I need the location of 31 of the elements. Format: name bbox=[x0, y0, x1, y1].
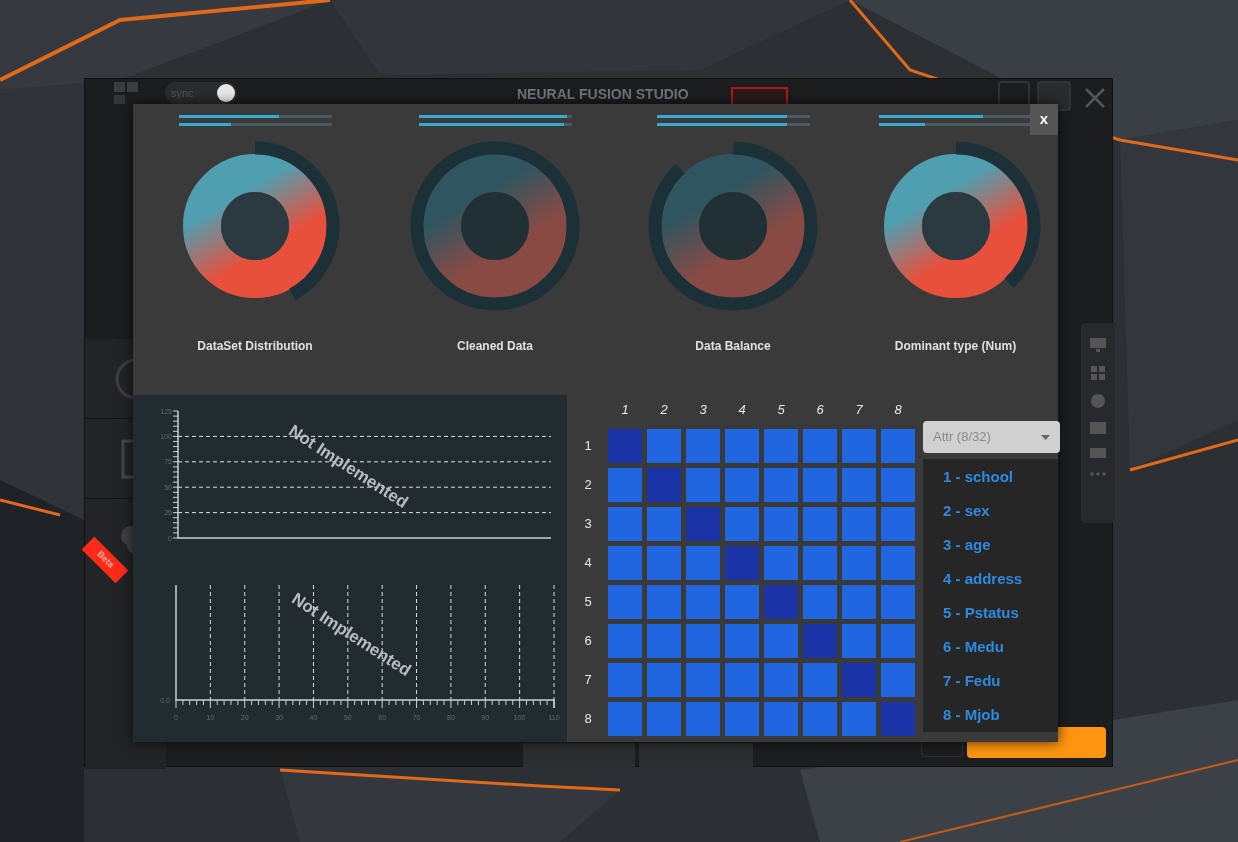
menu-item[interactable]: 4 - address bbox=[943, 567, 1058, 591]
window-title: NEURAL FUSION STUDIO bbox=[517, 85, 689, 104]
menu-item[interactable]: 7 - Fedu bbox=[943, 669, 1058, 693]
column-header: 2 bbox=[660, 401, 668, 420]
column-header: 1 bbox=[621, 401, 629, 420]
row-header: 5 bbox=[584, 593, 592, 612]
row-header: 6 bbox=[584, 632, 592, 651]
column-header: 7 bbox=[855, 401, 863, 420]
close-button[interactable]: x bbox=[1030, 104, 1058, 135]
row-header: 2 bbox=[584, 476, 592, 495]
column-header: 6 bbox=[816, 401, 824, 420]
row-header: 1 bbox=[584, 437, 592, 456]
menu-item[interactable]: 8 - Mjob bbox=[943, 703, 1058, 727]
menu-item[interactable]: 3 - age bbox=[943, 533, 1058, 557]
menu-item[interactable]: 1 - school bbox=[943, 465, 1058, 489]
column-header: 3 bbox=[699, 401, 707, 420]
gauge-label: Cleaned Data bbox=[457, 338, 533, 355]
row-header: 7 bbox=[584, 671, 592, 690]
row-header: 8 bbox=[584, 710, 592, 729]
attribute-dropdown[interactable]: Attr (8/32) bbox=[923, 421, 1060, 453]
gauge-label: Data Balance bbox=[695, 338, 771, 355]
gauge-label: Dominant type (Num) bbox=[894, 338, 1017, 355]
gauge-label: DataSet Distribution bbox=[197, 338, 313, 355]
row-header: 3 bbox=[584, 515, 592, 534]
menu-item[interactable]: 6 - Medu bbox=[943, 635, 1058, 659]
column-header: 8 bbox=[894, 401, 902, 420]
menu-item[interactable]: 5 - Pstatus bbox=[943, 601, 1058, 625]
row-header: 4 bbox=[584, 554, 592, 573]
column-header: 5 bbox=[777, 401, 785, 420]
menu-item[interactable]: 2 - sex bbox=[943, 499, 1058, 523]
column-header: 4 bbox=[738, 401, 746, 420]
